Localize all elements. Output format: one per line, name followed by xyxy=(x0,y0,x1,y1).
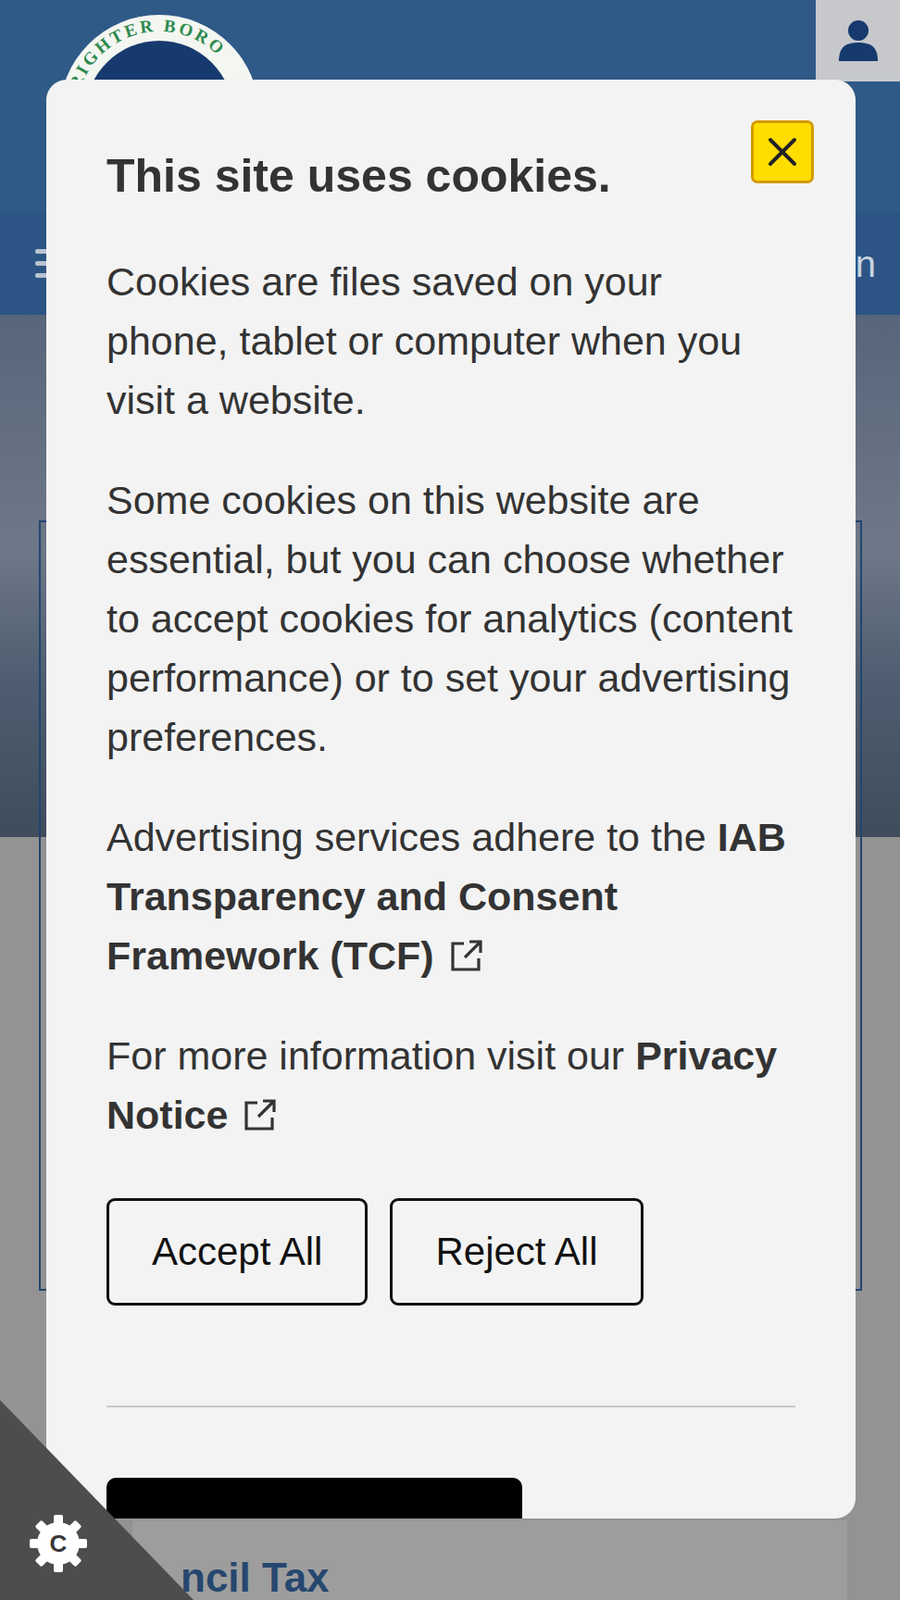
settings-button[interactable] xyxy=(106,1477,523,1519)
cookie-dialog: This site uses cookies. Cookies are file… xyxy=(46,79,856,1519)
paragraph-line: Cookies are files saved on your xyxy=(106,251,811,312)
close-icon xyxy=(766,136,799,168)
paragraph-line: Some cookies on this website are xyxy=(106,470,811,530)
privacy-notice-text: For more information visit our xyxy=(106,1033,636,1078)
paragraph-line: phone, tablet or computer when you xyxy=(106,311,811,371)
dialog-body: Cookies are files saved on yourphone, ta… xyxy=(106,251,814,1145)
paragraph-line: essential, but you can choose whether xyxy=(106,529,811,589)
button-row: Accept AllReject All xyxy=(106,1198,814,1306)
accept-all-button[interactable]: Accept All xyxy=(106,1198,368,1306)
paragraph-line: to accept cookies for analytics (content xyxy=(106,588,811,649)
council-tax-title[interactable]: ncil Tax xyxy=(180,1554,330,1600)
external-link-icon xyxy=(242,1097,278,1133)
tcf-notice-text: Advertising services adhere to the xyxy=(106,814,718,860)
badge-label: C xyxy=(27,1512,89,1575)
council-tax-card[interactable]: ncil Tax xyxy=(132,1520,848,1600)
nav-link[interactable]: n xyxy=(855,241,900,287)
close-button[interactable] xyxy=(750,120,814,184)
consent-settings-button[interactable]: C xyxy=(27,1512,89,1575)
divider xyxy=(106,1405,796,1408)
intro-paragraph: Cookies are files saved on yourphone, ta… xyxy=(106,251,811,430)
paragraph-line: visit a website. xyxy=(106,370,811,430)
intro-paragraph: Some cookies on this website areessentia… xyxy=(106,470,811,767)
paragraph-line: preferences. xyxy=(106,707,811,767)
dialog-title: This site uses cookies. xyxy=(106,148,612,204)
privacy-notice: For more information visit our Privacy N… xyxy=(106,1025,811,1145)
user-icon xyxy=(837,18,880,63)
tcf-notice: Advertising services adhere to the IAB T… xyxy=(106,807,811,986)
external-link-icon xyxy=(449,937,485,974)
reject-all-button[interactable]: Reject All xyxy=(389,1198,643,1306)
paragraph-line: performance) or to set your advertising xyxy=(106,648,811,708)
account-button[interactable] xyxy=(815,0,900,82)
